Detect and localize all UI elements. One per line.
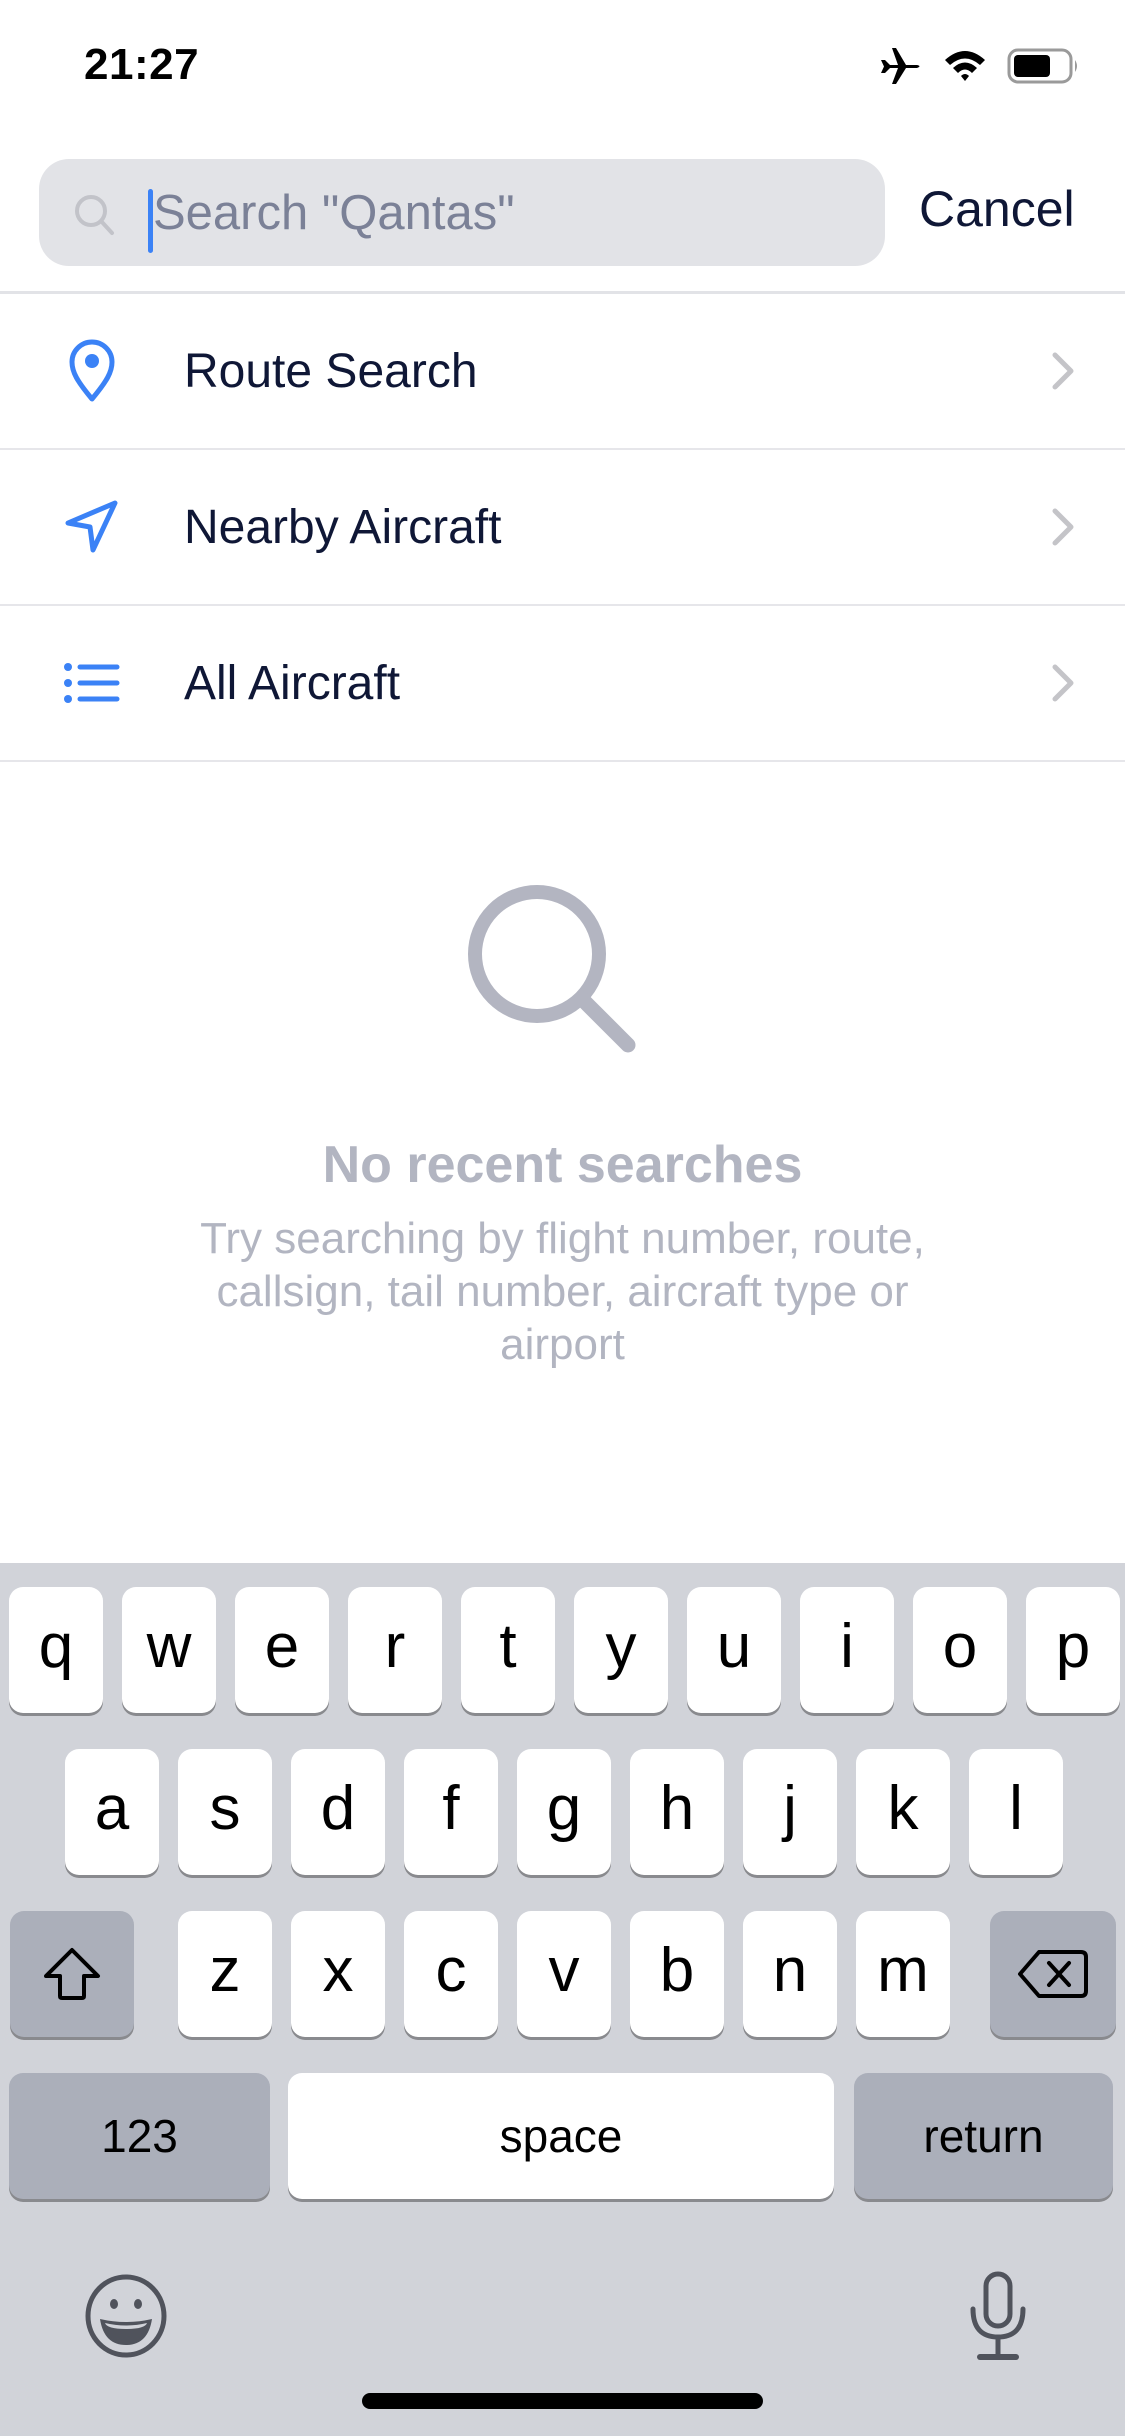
key-g[interactable]: g (517, 1749, 611, 1875)
key-f[interactable]: f (404, 1749, 498, 1875)
navigation-arrow-icon (60, 495, 124, 559)
key-k[interactable]: k (856, 1749, 950, 1875)
chevron-right-icon (1052, 508, 1074, 546)
chevron-right-icon (1052, 352, 1074, 390)
key-b[interactable]: b (630, 1911, 724, 2037)
key-i[interactable]: i (800, 1587, 894, 1713)
cancel-button[interactable]: Cancel (919, 180, 1075, 238)
key-m[interactable]: m (856, 1911, 950, 2037)
empty-state-description: Try searching by flight number, route, c… (200, 1214, 925, 1369)
shift-icon (44, 1948, 100, 2000)
key-z[interactable]: z (178, 1911, 272, 2037)
nearby-aircraft-label: Nearby Aircraft (184, 500, 502, 554)
key-x[interactable]: x (291, 1911, 385, 2037)
all-aircraft-row[interactable]: All Aircraft (0, 606, 1125, 762)
emoji-icon[interactable] (84, 2273, 168, 2359)
key-q[interactable]: q (9, 1587, 103, 1713)
status-icons (879, 46, 1081, 86)
empty-state-title: No recent searches (322, 1136, 803, 1194)
route-search-row[interactable]: Route Search (0, 294, 1125, 450)
chevron-right-icon (1052, 664, 1074, 702)
magnifier-icon (468, 885, 636, 1053)
key-j[interactable]: j (743, 1749, 837, 1875)
route-search-label: Route Search (184, 344, 478, 398)
quick-actions-list: Route Search Nearby Aircraft All Aircraf… (0, 294, 1125, 762)
key-d[interactable]: d (291, 1749, 385, 1875)
return-key[interactable]: return (854, 2073, 1113, 2199)
search-input[interactable] (153, 159, 853, 266)
numbers-key[interactable]: 123 (9, 2073, 270, 2199)
key-u[interactable]: u (687, 1587, 781, 1713)
key-l[interactable]: l (969, 1749, 1063, 1875)
key-n[interactable]: n (743, 1911, 837, 2037)
list-icon (60, 651, 124, 715)
battery-icon (1007, 48, 1077, 84)
home-indicator (362, 2393, 763, 2409)
space-key[interactable]: space (288, 2073, 834, 2199)
key-s[interactable]: s (178, 1749, 272, 1875)
all-aircraft-label: All Aircraft (184, 656, 401, 710)
search-icon (75, 195, 114, 235)
search-field[interactable] (39, 159, 885, 266)
key-v[interactable]: v (517, 1911, 611, 2037)
delete-backspace-icon (1018, 1950, 1088, 1998)
key-t[interactable]: t (461, 1587, 555, 1713)
key-c[interactable]: c (404, 1911, 498, 2037)
key-r[interactable]: r (348, 1587, 442, 1713)
keyboard: qwertyuiop asdfghjkl zxcvbnm 123 space r… (0, 1563, 1125, 2436)
map-pin-icon (60, 339, 124, 403)
key-e[interactable]: e (235, 1587, 329, 1713)
key-y[interactable]: y (574, 1587, 668, 1713)
status-time: 21:27 (84, 40, 200, 89)
delete-key[interactable] (990, 1911, 1116, 2037)
microphone-icon[interactable] (968, 2271, 1028, 2363)
shift-key[interactable] (10, 1911, 134, 2037)
key-w[interactable]: w (122, 1587, 216, 1713)
key-p[interactable]: p (1026, 1587, 1120, 1713)
key-o[interactable]: o (913, 1587, 1007, 1713)
airplane-mode-icon (881, 48, 920, 84)
wifi-icon (945, 51, 985, 81)
nearby-aircraft-row[interactable]: Nearby Aircraft (0, 450, 1125, 606)
key-h[interactable]: h (630, 1749, 724, 1875)
key-a[interactable]: a (65, 1749, 159, 1875)
